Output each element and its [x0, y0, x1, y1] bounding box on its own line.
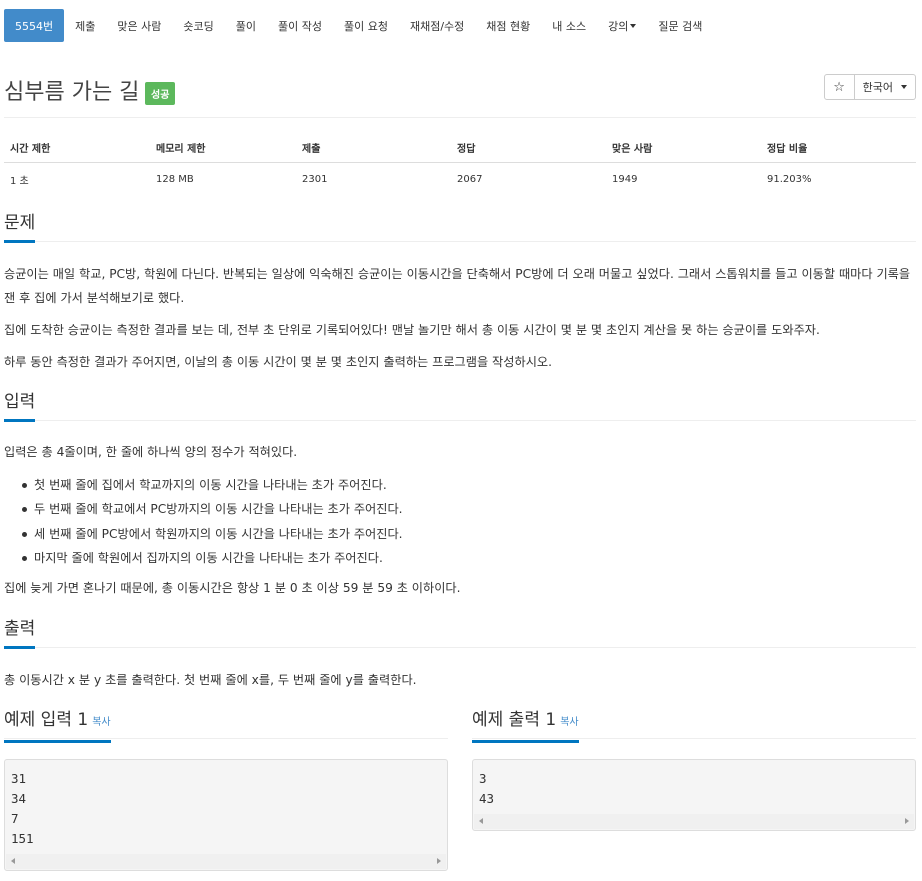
sample-output-heading: 예제 출력 1: [472, 710, 557, 730]
scroll-left-icon[interactable]: [11, 858, 15, 864]
list-item-text: 세 번째 줄에 PC방에서 학원까지의 이동 시간을 나타내는 초가 주어진다.: [34, 526, 403, 541]
section-output-title: 출력: [4, 618, 36, 649]
table-row: 1 초 128 MB 2301 2067 1949 91.203%: [4, 163, 916, 197]
star-icon: ☆: [833, 79, 845, 95]
section-output-header: 출력: [4, 618, 916, 649]
horizontal-scrollbar[interactable]: [6, 854, 446, 869]
sample-input-line: 31: [11, 771, 27, 786]
sample-output-line: 3: [479, 771, 487, 786]
section-input-title: 입력: [4, 391, 36, 422]
status-badge: 성공: [145, 82, 176, 105]
table-header-row: 시간 제한 메모리 제한 제출 정답 맞은 사람 정답 비율: [4, 131, 916, 163]
description-paragraph: 승균이는 매일 학교, PC방, 학원에 다닌다. 반복되는 일상에 익숙해진 …: [4, 267, 911, 305]
scroll-right-icon[interactable]: [437, 858, 441, 864]
problem-info-table: 시간 제한 메모리 제한 제출 정답 맞은 사람 정답 비율 1 초 128 M…: [4, 131, 916, 196]
input-intro: 입력은 총 4줄이며, 한 줄에 하나씩 양의 정수가 적혀있다.: [4, 445, 298, 459]
header-memory-limit: 메모리 제한: [150, 131, 296, 163]
tab-request-solution[interactable]: 풀이 요청: [333, 9, 399, 42]
tab-write-solution[interactable]: 풀이 작성: [267, 9, 333, 42]
tab-my-source[interactable]: 내 소스: [541, 9, 597, 42]
list-item-text: 마지막 줄에 학원에서 집까지의 이동 시간을 나타내는 초가 주어진다.: [34, 550, 383, 565]
problem-nav-tabs: 5554번 제출 맞은 사람 숏코딩 풀이 풀이 작성 풀이 요청 재채점/수정…: [4, 9, 713, 42]
tab-judge-status[interactable]: 채점 현황: [475, 9, 541, 42]
sample-input-box[interactable]: 31 34 7 151: [4, 759, 448, 871]
sample-input-header: 예제 입력 1 복사: [4, 709, 448, 743]
sample-output-header: 예제 출력 1 복사: [472, 709, 916, 743]
description-paragraph: 집에 도착한 승균이는 측정한 결과를 보는 데, 전부 초 단위로 기록되어있…: [4, 323, 820, 337]
tab-lectures-label: 강의: [608, 19, 629, 33]
scroll-left-icon[interactable]: [479, 818, 483, 824]
cell-memory-limit: 128 MB: [156, 174, 194, 185]
cell-accepted-users: 1949: [612, 174, 638, 185]
sample-input-line: 34: [11, 791, 27, 806]
section-description-title: 문제: [4, 212, 36, 243]
list-item: 두 번째 줄에 학교에서 PC방까지의 이동 시간을 나타내는 초가 주어진다.: [4, 497, 916, 521]
section-description-header: 문제: [4, 212, 916, 243]
tab-solutions[interactable]: 풀이: [225, 9, 267, 42]
sample-input-heading: 예제 입력 1: [4, 710, 89, 730]
header-accepted: 정답: [451, 131, 606, 163]
cell-time-limit: 1 초: [10, 176, 29, 187]
description-paragraph: 하루 동안 측정한 결과가 주어지면, 이날의 총 이동 시간이 몇 분 몇 초…: [4, 355, 552, 369]
tab-problem-number[interactable]: 5554번: [4, 9, 65, 42]
copy-sample-input-button[interactable]: 복사: [92, 717, 110, 728]
output-text: 총 이동시간 x 분 y 초를 출력한다. 첫 번째 줄에 x를, 두 번째 줄…: [4, 673, 417, 687]
language-label: 한국어: [862, 81, 893, 94]
sample-input-line: 151: [11, 831, 34, 846]
tab-question-search[interactable]: 질문 검색: [647, 9, 713, 42]
tab-lectures[interactable]: 강의: [597, 9, 647, 42]
language-select[interactable]: 한국어: [854, 74, 916, 100]
list-item: 마지막 줄에 학원에서 집까지의 이동 시간을 나타내는 초가 주어진다.: [4, 546, 916, 570]
scroll-right-icon[interactable]: [905, 818, 909, 824]
section-input-header: 입력: [4, 391, 916, 422]
header-accepted-users: 맞은 사람: [606, 131, 761, 163]
title-row: 심부름 가는 길 성공 ☆ 한국어: [4, 74, 916, 105]
horizontal-scrollbar[interactable]: [474, 814, 914, 829]
tab-short-coding[interactable]: 숏코딩: [172, 9, 224, 42]
tab-accepted-users[interactable]: 맞은 사람: [106, 9, 172, 42]
header-submissions: 제출: [296, 131, 451, 163]
list-item: 세 번째 줄에 PC방에서 학원까지의 이동 시간을 나타내는 초가 주어진다.: [4, 522, 916, 546]
star-button[interactable]: ☆: [823, 74, 855, 100]
sample-output-line: 43: [479, 791, 495, 806]
cell-accept-ratio: 91.203%: [767, 174, 812, 185]
header-accept-ratio: 정답 비율: [761, 131, 916, 163]
list-item: 첫 번째 줄에 집에서 학교까지의 이동 시간을 나타내는 초가 주어진다.: [4, 473, 916, 497]
input-outro: 집에 늦게 가면 혼나기 때문에, 총 이동시간은 항상 1 분 0 초 이상 …: [4, 581, 461, 595]
divider: [4, 117, 916, 118]
caret-down-icon: [630, 23, 637, 28]
header-time-limit: 시간 제한: [4, 131, 150, 163]
title-actions: ☆ 한국어: [823, 74, 916, 100]
cell-submissions: 2301: [302, 174, 328, 185]
sample-output-box[interactable]: 3 43: [472, 759, 916, 831]
cell-accepted: 2067: [457, 174, 483, 185]
list-item-text: 두 번째 줄에 학교에서 PC방까지의 이동 시간을 나타내는 초가 주어진다.: [34, 502, 403, 517]
sample-output-title: 예제 출력 1 복사: [472, 709, 579, 743]
tab-submit[interactable]: 제출: [64, 9, 106, 42]
page-title: 심부름 가는 길: [4, 80, 140, 105]
sample-input-title: 예제 입력 1 복사: [4, 709, 111, 743]
copy-sample-output-button[interactable]: 복사: [560, 717, 578, 728]
sample-input-line: 7: [11, 811, 19, 826]
tab-rejudge[interactable]: 재채점/수정: [399, 9, 475, 42]
list-item-text: 첫 번째 줄에 집에서 학교까지의 이동 시간을 나타내는 초가 주어진다.: [34, 478, 387, 492]
input-bullet-list: 첫 번째 줄에 집에서 학교까지의 이동 시간을 나타내는 초가 주어진다. 두…: [4, 473, 916, 570]
caret-down-icon: [901, 85, 907, 89]
